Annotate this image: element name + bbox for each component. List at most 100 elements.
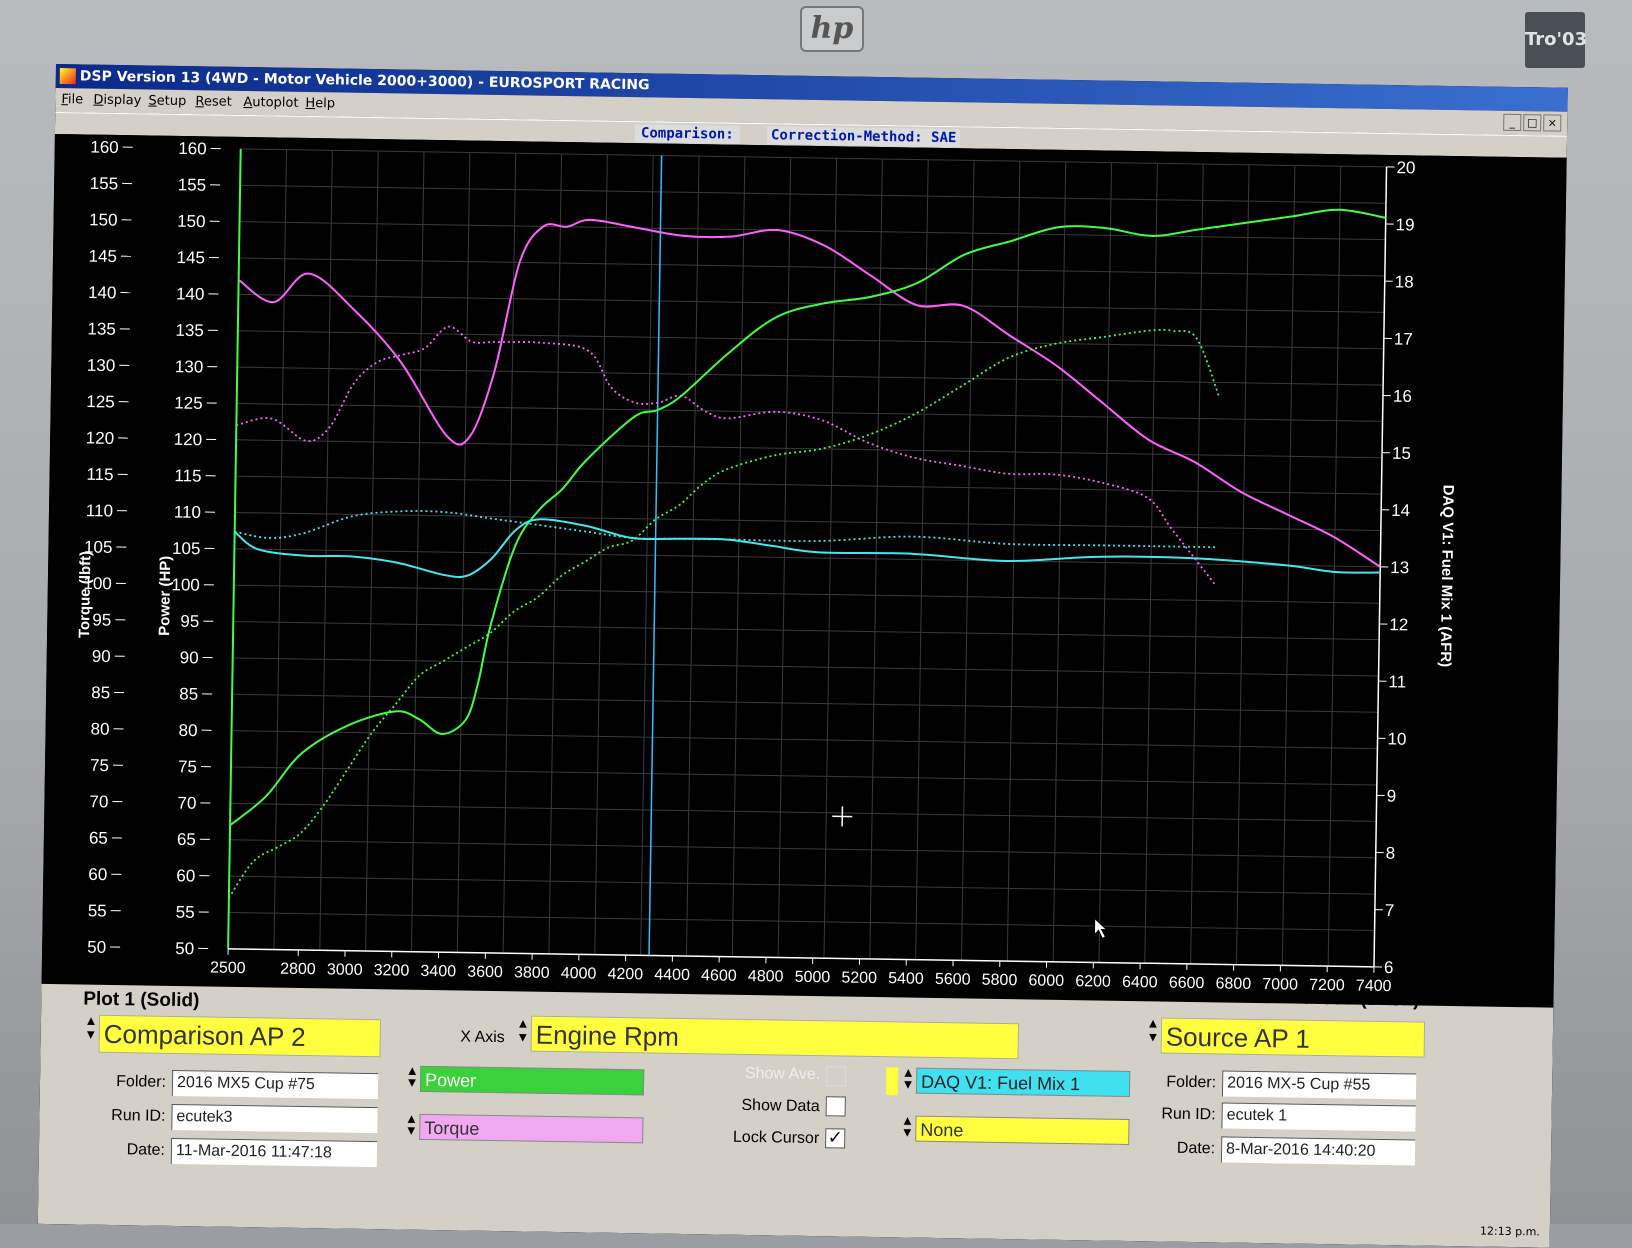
power-tick-label: 55 [176, 903, 195, 922]
torque-tick-label: 115 [86, 465, 113, 484]
x-axis-label: X Axis [421, 1028, 505, 1047]
y-left2-axis-label: Power (HP) [156, 556, 174, 636]
power-tick-label: 75 [178, 757, 197, 776]
torque-tick-label: 75 [90, 756, 109, 775]
plot1-date-field[interactable]: 11-Mar-2016 11:47:18 [171, 1138, 377, 1167]
series-power-dash [229, 315, 1220, 913]
lock-cursor-checkbox[interactable]: ✓ [825, 1128, 845, 1148]
monitor-bezel: hp Tro'03 DSP Version 13 (4WD - Motor Ve… [0, 0, 1632, 1224]
afr-tick-label: 7 [1385, 901, 1395, 920]
plot2-runid-field[interactable]: ecutek 1 [1221, 1102, 1415, 1131]
plot1-source-spinner[interactable]: ▲▼ [85, 1015, 98, 1051]
x-tick-label: 5200 [841, 969, 877, 987]
grid-line-horizontal [230, 803, 1376, 821]
system-tray: 12:13 p.m. [1480, 1225, 1540, 1244]
maximize-button[interactable]: □ [1523, 114, 1541, 131]
x-tick-label: 5600 [935, 971, 971, 989]
x-tick-label: 6200 [1075, 973, 1111, 991]
y-left-axis-label: Torque (lbft) [76, 551, 94, 638]
window-controls: _ □ × [1503, 114, 1561, 133]
power-tick-label: 50 [175, 939, 194, 958]
torque-tick-label: 150 [89, 210, 118, 229]
afr-tick-label: 13 [1390, 558, 1409, 577]
show-data-checkbox[interactable] [826, 1096, 846, 1116]
close-button[interactable]: × [1543, 114, 1561, 131]
grid-line-horizontal [229, 912, 1375, 930]
plot2-folder-label: Folder: [1140, 1073, 1216, 1092]
menu-autoplot[interactable]: Autoplot [243, 91, 298, 116]
torque-tick-label: 70 [89, 792, 108, 811]
plot2-date-field[interactable]: 8-Mar-2016 14:40:20 [1221, 1136, 1415, 1165]
x-tick-label: 6600 [1169, 975, 1205, 993]
x-tick-label: 5000 [795, 969, 831, 987]
dyno-chart[interactable]: 1601601551551501501451451401401351351301… [42, 134, 1567, 1008]
x-tick-label: 3800 [514, 964, 550, 982]
grid-line-horizontal [234, 585, 1380, 603]
menu-reset[interactable]: Reset [195, 90, 232, 115]
power-spinner[interactable]: ▲▼ [406, 1066, 418, 1092]
grid-line-horizontal [236, 440, 1382, 458]
menu-file[interactable]: File [61, 88, 83, 112]
grid-line-horizontal [230, 840, 1376, 858]
plot1-source-field[interactable]: Comparison AP 2 [98, 1015, 381, 1057]
plot1-folder-label: Folder: [80, 1073, 166, 1092]
power-tick-label: 155 [178, 175, 207, 194]
grid-line-horizontal [240, 185, 1386, 203]
daq-color-swatch [886, 1067, 898, 1095]
comparison-label: Comparison: [635, 124, 740, 144]
tray-clock: 12:13 p.m. [1480, 1225, 1540, 1239]
chart-series [229, 193, 1386, 916]
chart-svg[interactable]: 1601601551551501501451451401401351351301… [42, 134, 1567, 1008]
power-tick-label: 65 [177, 830, 196, 849]
none-spinner[interactable]: ▲▼ [901, 1115, 913, 1141]
plot1-date-label: Date: [79, 1140, 165, 1159]
torque-tick-label: 145 [88, 247, 117, 266]
plot2-source-spinner[interactable]: ▲▼ [1147, 1017, 1160, 1053]
power-tick-label: 110 [174, 503, 201, 522]
plot2-runid-label: Run ID: [1139, 1105, 1215, 1124]
app-icon [60, 68, 76, 84]
none-channel-field[interactable]: None [915, 1116, 1129, 1145]
torque-tick-label: 110 [86, 501, 113, 520]
grid-line-horizontal [240, 222, 1386, 240]
torque-spinner[interactable]: ▲▼ [405, 1114, 417, 1140]
daq-channel-field[interactable]: DAQ V1: Fuel Mix 1 [916, 1068, 1130, 1097]
power-tick-label: 115 [174, 466, 201, 485]
x-tick-label: 3400 [420, 963, 456, 981]
afr-tick-label: 9 [1387, 787, 1397, 806]
torque-tick-label: 60 [88, 865, 107, 884]
x-tick-label: 6000 [1028, 972, 1064, 990]
mouse-pointer-icon [1094, 918, 1106, 938]
daq-spinner[interactable]: ▲▼ [902, 1067, 914, 1093]
power-channel-field[interactable]: Power [420, 1066, 644, 1096]
torque-tick-label: 120 [86, 428, 115, 447]
plot1-runid-field[interactable]: ecutek3 [171, 1104, 377, 1133]
plot2-source-field[interactable]: Source AP 1 [1161, 1017, 1426, 1057]
x-axis-spinner[interactable]: ▲▼ [517, 1017, 530, 1053]
menu-display[interactable]: Display [93, 89, 141, 114]
plot1-runid-label: Run ID: [79, 1106, 165, 1125]
plot2-title: Plot 2 (Dash) [1303, 988, 1419, 1012]
power-tick-label: 70 [177, 794, 196, 813]
crosshair-cursor-icon [832, 806, 852, 826]
monitor-badge: Tro'03 [1525, 12, 1585, 68]
grid-line-horizontal [238, 294, 1384, 312]
torque-tick-label: 50 [87, 938, 106, 957]
hp-logo: hp [800, 6, 864, 52]
plot2-date-label: Date: [1139, 1139, 1215, 1158]
torque-channel-field[interactable]: Torque [419, 1114, 643, 1144]
power-tick-label: 105 [172, 539, 201, 558]
series-torque-dash [234, 323, 1220, 586]
plot1-folder-field[interactable]: 2016 MX5 Cup #75 [172, 1070, 378, 1099]
x-tick-label: 3600 [467, 964, 503, 982]
afr-tick-label: 16 [1393, 387, 1412, 406]
x-axis-field[interactable]: Engine Rpm [531, 1016, 1020, 1060]
x-tick-label: 3000 [327, 961, 363, 979]
x-tick-label: 5400 [888, 970, 924, 988]
power-tick-label: 120 [174, 430, 203, 449]
menu-help[interactable]: Help [305, 92, 335, 116]
plot2-folder-field[interactable]: 2016 MX-5 Cup #55 [1222, 1070, 1416, 1099]
minimize-button[interactable]: _ [1503, 114, 1521, 131]
menu-setup[interactable]: Setup [148, 89, 186, 114]
torque-tick-label: 95 [92, 610, 111, 629]
